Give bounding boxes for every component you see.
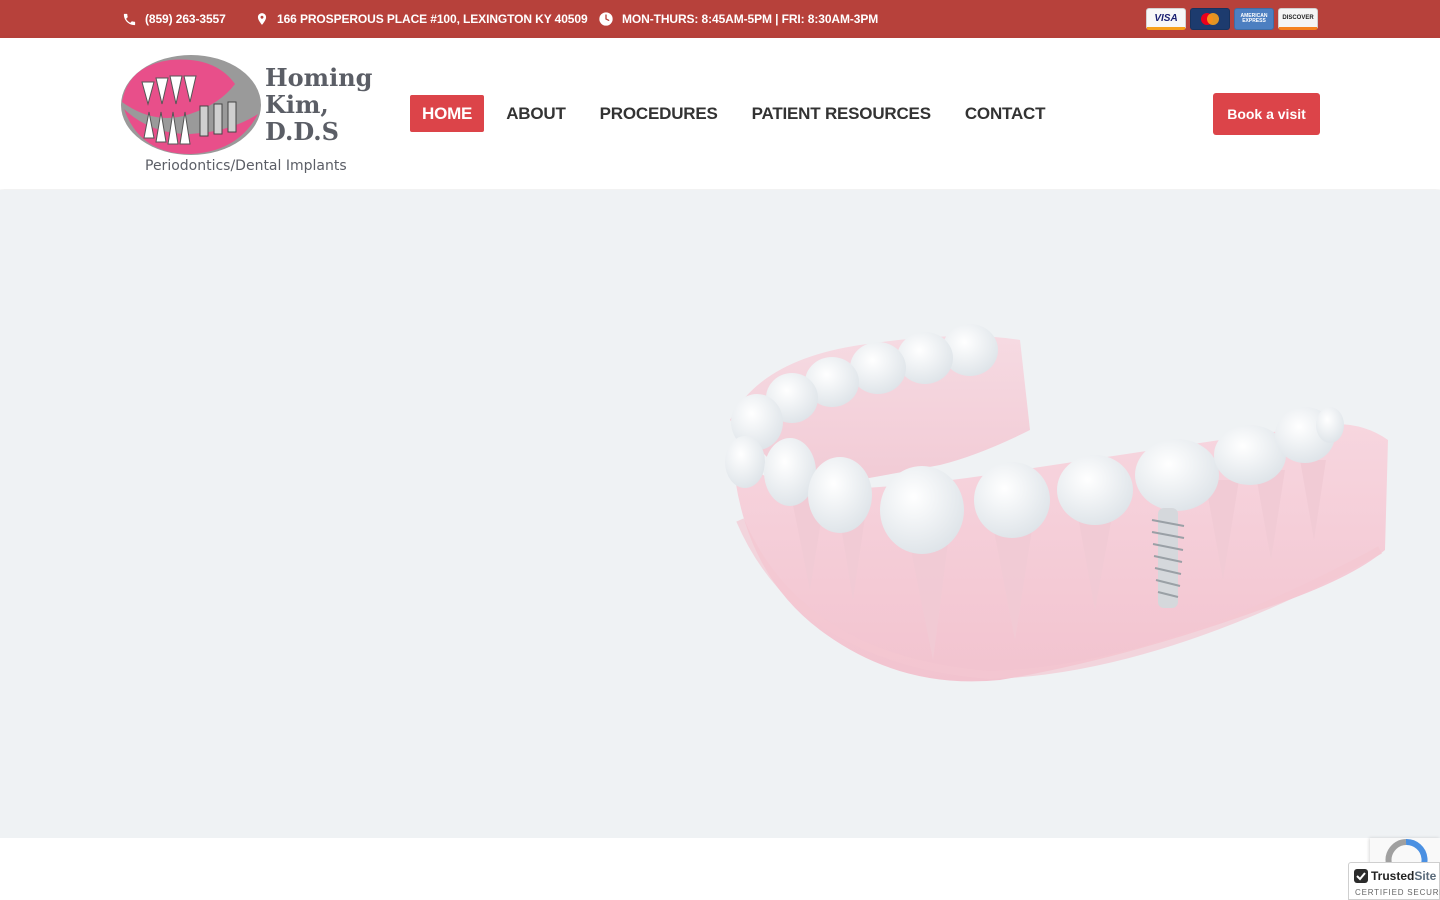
nav-contact[interactable]: CONTACT xyxy=(953,95,1057,132)
nav-home[interactable]: HOME xyxy=(410,95,485,132)
trustedsite-name: TrustedSite xyxy=(1371,869,1436,883)
payment-cards: VISA AMERICAN EXPRESS DISCOVER xyxy=(1146,8,1318,30)
map-pin-icon xyxy=(257,13,267,25)
hours-text: MON-THURS: 8:45AM-5PM | FRI: 8:30AM-3PM xyxy=(622,12,879,26)
clock-icon xyxy=(599,12,613,26)
mastercard-icon xyxy=(1190,8,1230,30)
discover-card-icon: DISCOVER xyxy=(1278,8,1318,30)
visa-card-icon: VISA xyxy=(1146,8,1186,30)
trustedsite-name-a: Trusted xyxy=(1371,869,1415,883)
trustedsite-subtitle: CERTIFIED SECURE xyxy=(1355,888,1440,897)
address-text: 166 PROSPEROUS PLACE #100, LEXINGTON KY … xyxy=(277,12,588,26)
amex-card-icon: AMERICAN EXPRESS xyxy=(1234,8,1274,30)
office-hours: MON-THURS: 8:45AM-5PM | FRI: 8:30AM-3PM xyxy=(598,0,878,38)
top-info-bar: (859) 263-3557 166 PROSPEROUS PLACE #100… xyxy=(0,0,1440,38)
phone-icon xyxy=(123,13,136,25)
address-contact[interactable]: 166 PROSPEROUS PLACE #100, LEXINGTON KY … xyxy=(255,0,588,38)
hero-banner xyxy=(0,190,1440,838)
main-navigation: HOME ABOUT PROCEDURES PATIENT RESOURCES … xyxy=(410,95,1067,132)
phone-contact[interactable]: (859) 263-3557 xyxy=(122,0,226,38)
trustedsite-badge[interactable]: TrustedSite CERTIFIED SECURE xyxy=(1348,862,1440,900)
trustedsite-name-b: Site xyxy=(1414,869,1437,883)
nav-patient-resources[interactable]: PATIENT RESOURCES xyxy=(740,95,943,132)
dental-implant-illustration xyxy=(725,324,1388,682)
phone-number: (859) 263-3557 xyxy=(145,12,226,26)
nav-procedures[interactable]: PROCEDURES xyxy=(588,95,730,132)
logo-tagline: Periodontics/Dental Implants xyxy=(145,158,347,174)
nav-about[interactable]: ABOUT xyxy=(494,95,577,132)
book-visit-button[interactable]: Book a visit xyxy=(1213,93,1320,135)
logo-doctor-name: Homing Kim, D.D.S xyxy=(265,63,373,146)
checkmark-icon xyxy=(1354,869,1368,883)
